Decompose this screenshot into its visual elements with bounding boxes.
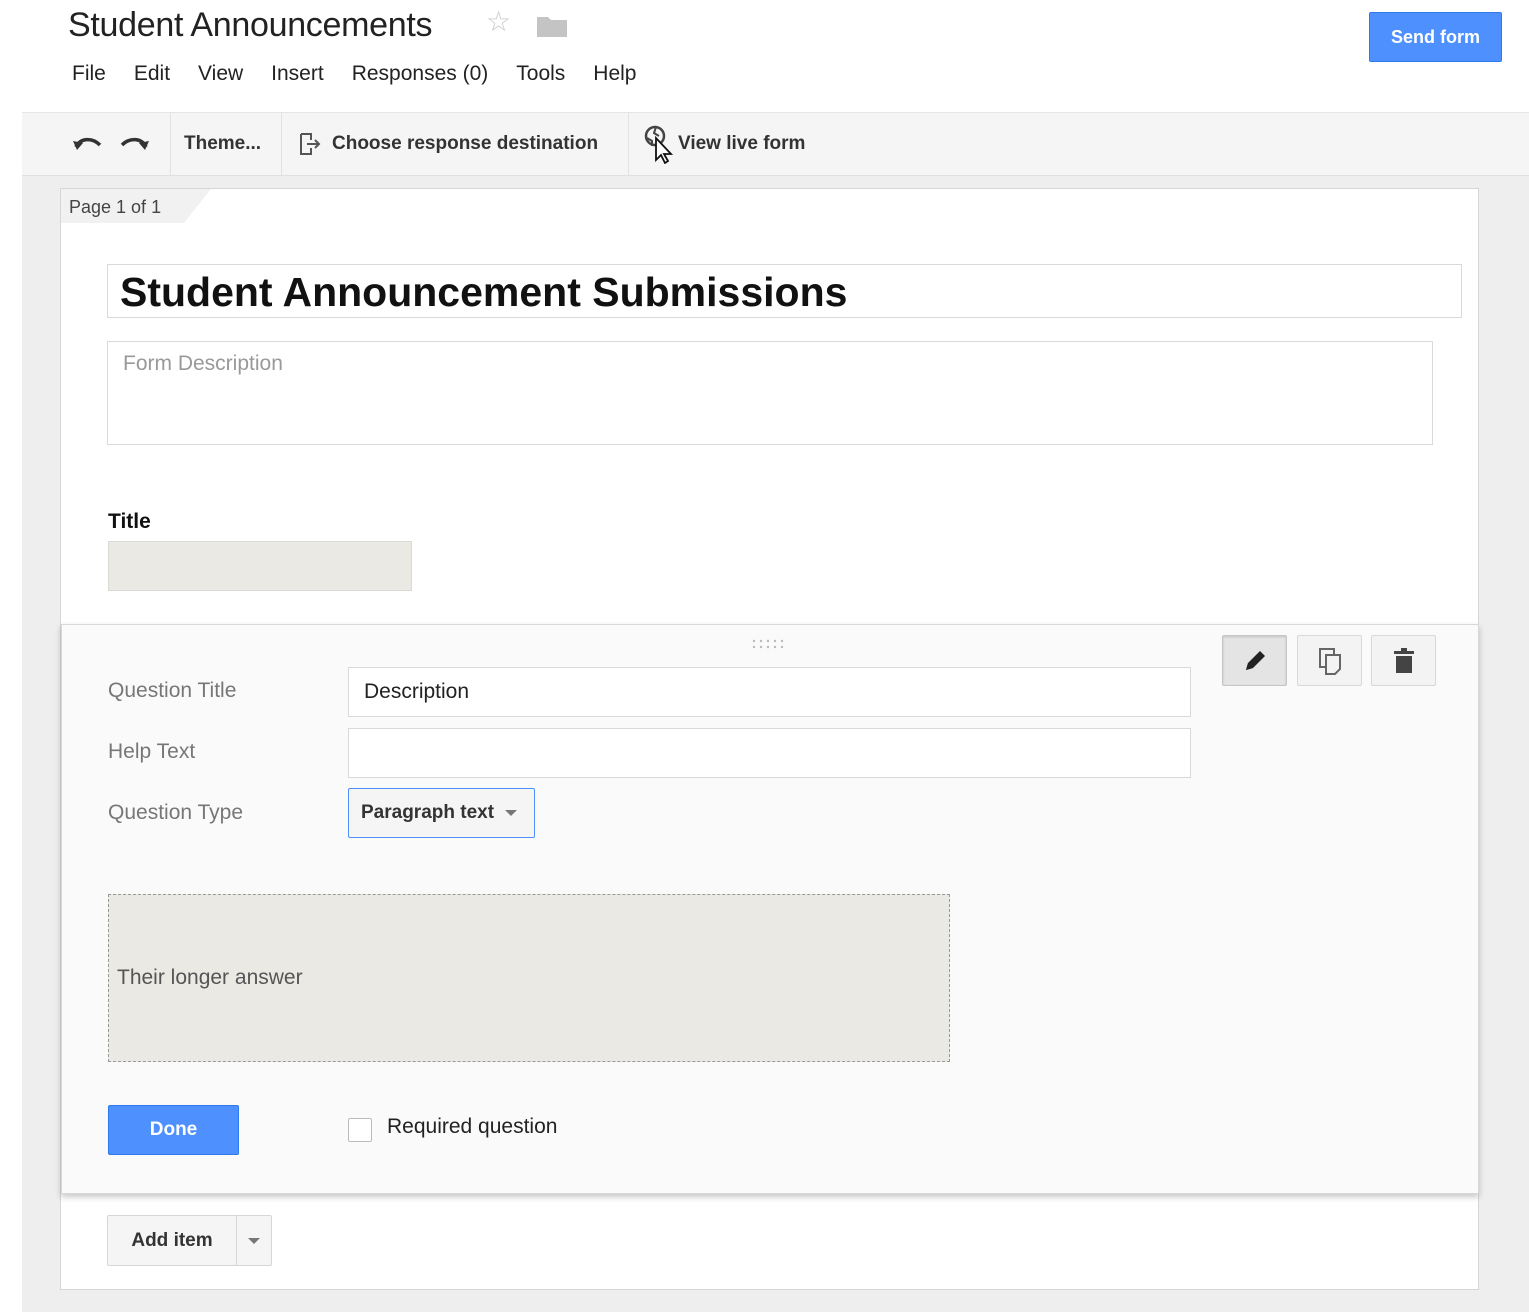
question-type-label: Question Type [108,801,244,824]
folder-icon[interactable] [537,15,567,37]
help-text-input[interactable] [348,728,1191,778]
question-type-select[interactable]: Paragraph text [348,788,535,838]
menu-view[interactable]: View [184,60,257,92]
toolbar: Theme... Choose response destination Vie… [22,112,1529,176]
required-checkbox[interactable] [348,1118,372,1142]
view-live-form-button[interactable]: View live form [642,113,805,175]
question-answer-preview [108,541,412,591]
live-form-icon [644,125,674,164]
menu-insert[interactable]: Insert [257,60,338,92]
chevron-down-icon [505,810,518,816]
duplicate-icon [1318,647,1341,675]
response-destination-button[interactable]: Choose response destination [298,113,598,175]
document-title[interactable]: Student Announcements [68,6,433,45]
menu-file[interactable]: File [58,60,120,92]
drag-handle-icon[interactable] [752,638,788,650]
send-form-button[interactable]: Send form [1369,12,1502,62]
add-item-dropdown[interactable] [237,1216,271,1265]
toolbar-divider [170,113,171,175]
app-header: Student Announcements ☆ Send form File E… [0,0,1529,112]
star-icon[interactable]: ☆ [486,8,511,36]
toolbar-divider [281,113,282,175]
response-destination-label: Choose response destination [332,133,599,154]
question-type-value: Paragraph text [361,802,495,823]
redo-icon [120,137,149,150]
done-button[interactable]: Done [108,1105,239,1155]
required-label[interactable]: Required question [387,1115,557,1139]
menu-help[interactable]: Help [579,60,650,92]
delete-question-button[interactable] [1371,635,1436,686]
undo-button[interactable] [72,113,102,175]
answer-preview-text: Their longer answer [117,966,303,989]
duplicate-question-button[interactable] [1297,635,1362,686]
add-item-split-button: Add item [107,1215,272,1266]
answer-preview-box: Their longer answer [108,894,950,1062]
question-title-text[interactable]: Title [108,510,151,534]
question-title-label: Question Title [108,679,237,702]
pencil-icon [1245,650,1265,670]
export-icon [300,133,321,155]
redo-button[interactable] [120,113,150,175]
question-title-input[interactable]: Description [348,667,1191,717]
edit-question-button[interactable] [1222,635,1287,686]
theme-button[interactable]: Theme... [184,113,261,175]
toolbar-divider [628,113,629,175]
form-title-input[interactable]: Student Announcement Submissions [107,264,1462,318]
trash-icon [1393,647,1414,673]
chevron-down-icon [248,1237,260,1244]
menu-bar: File Edit View Insert Responses (0) Tool… [58,60,651,92]
menu-edit[interactable]: Edit [120,60,184,92]
view-live-form-label: View live form [678,133,806,154]
help-text-label: Help Text [108,740,196,763]
undo-icon [73,137,102,150]
add-item-button[interactable]: Add item [108,1216,237,1265]
menu-responses[interactable]: Responses (0) [338,60,503,92]
form-description-input[interactable]: Form Description [107,341,1433,445]
menu-tools[interactable]: Tools [502,60,579,92]
